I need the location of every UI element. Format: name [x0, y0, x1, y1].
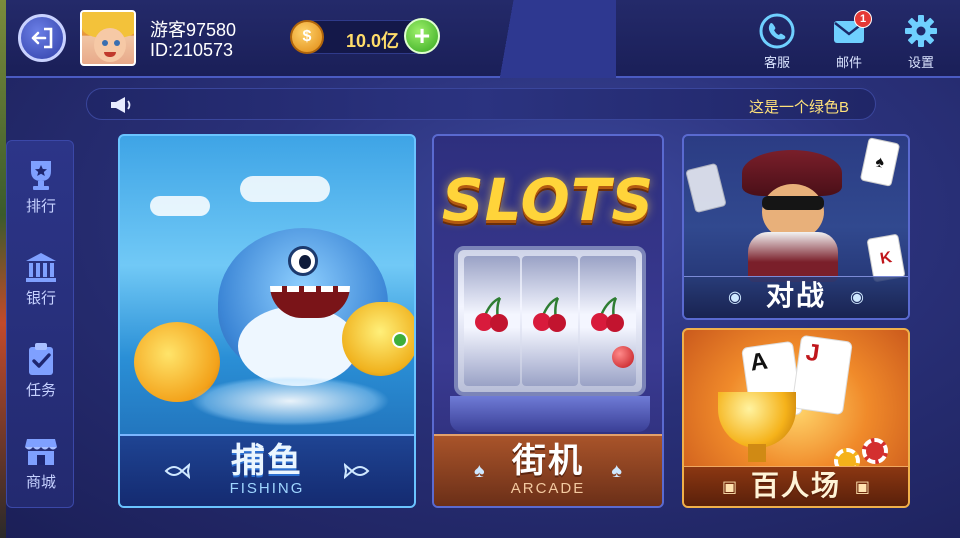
dot-icon: ◉	[850, 289, 864, 306]
game-lobby: 游客97580 ID:210573 $ 10.0亿 + 客服 1 邮件 设置 这…	[0, 0, 960, 538]
battle-footer: ◉ ◉ 对战	[684, 276, 908, 318]
card-icon: ▣	[722, 479, 738, 496]
hundred-title: 百人场	[750, 470, 841, 501]
game-card-fishing[interactable]: 捕鱼 FISHING	[118, 134, 416, 508]
customer-service-button[interactable]: 客服	[752, 12, 802, 70]
coin-icon: $	[290, 20, 324, 54]
username: 游客97580	[150, 20, 237, 40]
settings-button[interactable]: 设置	[896, 12, 946, 70]
sidebar-item-tasks[interactable]: 任务	[7, 331, 75, 411]
fishing-subtitle: FISHING	[229, 480, 305, 497]
cherry-icon	[475, 296, 508, 332]
coin-value: 10.0亿	[346, 31, 400, 51]
back-button[interactable]	[18, 14, 66, 62]
notice-bar: 这是一个绿色B	[86, 88, 876, 120]
spade-card: ♠	[859, 137, 901, 187]
card-icon: ▣	[854, 479, 870, 496]
slot-machine-base	[450, 396, 650, 432]
mail-badge: 1	[854, 10, 872, 28]
user-id: ID:210573	[150, 40, 234, 60]
sidebar-item-bank[interactable]: 银行	[7, 239, 75, 319]
top-bar-decoration	[436, 0, 616, 78]
fish-icon	[344, 462, 370, 480]
sidebar-item-store[interactable]: 商城	[7, 423, 75, 503]
fishing-footer: 捕鱼 FISHING	[120, 434, 414, 506]
slot-lever	[612, 346, 634, 368]
exit-icon	[31, 27, 53, 49]
jack-card: J	[791, 334, 853, 416]
sidebar-label-bank: 银行	[25, 290, 56, 307]
sidebar: 排行 银行 任务 商城	[6, 140, 74, 508]
card-back	[685, 162, 727, 214]
mail-label: 邮件	[835, 55, 862, 70]
slots-logo: SLOTS	[441, 166, 655, 234]
fish-icon	[164, 462, 190, 480]
spade-icon: ♠	[474, 460, 485, 482]
cherry-icon	[591, 296, 624, 332]
slot-reels	[454, 246, 646, 396]
game-card-hundred[interactable]: A J ▣ ▣ 百人场	[682, 328, 910, 508]
sidebar-label-ranking: 排行	[25, 198, 56, 215]
game-card-slots[interactable]: SLOTS ♠ ♠ 街机 ARCADE	[432, 134, 664, 508]
clipboard-check-icon	[29, 343, 53, 375]
slots-footer: ♠ ♠ 街机 ARCADE	[434, 434, 662, 506]
hundred-footer: ▣ ▣ 百人场	[684, 466, 908, 506]
bank-icon	[26, 253, 56, 282]
sidebar-label-tasks: 任务	[25, 382, 56, 399]
battle-title: 对战	[765, 280, 826, 311]
add-coins-button[interactable]: +	[404, 18, 440, 54]
avatar[interactable]	[80, 10, 136, 66]
chip-icon	[862, 438, 888, 464]
trophy-star-icon	[31, 161, 51, 190]
store-icon	[25, 439, 57, 465]
dot-icon: ◉	[728, 289, 742, 306]
spade-icon: ♠	[611, 460, 622, 482]
sidebar-item-ranking[interactable]: 排行	[7, 147, 75, 227]
game-card-battle[interactable]: ♠ K ◉ ◉ 对战	[682, 134, 910, 320]
slots-subtitle: ARCADE	[510, 480, 586, 497]
settings-label: 设置	[907, 55, 934, 70]
megaphone-icon	[111, 97, 131, 113]
cherry-icon	[533, 296, 566, 332]
gear-icon	[905, 15, 937, 47]
mail-button[interactable]: 1 邮件	[824, 10, 874, 70]
sidebar-label-store: 商城	[25, 474, 56, 491]
trophy-illustration	[718, 392, 796, 448]
customer-service-icon	[759, 13, 795, 49]
customer-service-label: 客服	[763, 55, 790, 70]
notice-text: 这是一个绿色B	[748, 99, 849, 116]
slots-title: 街机	[512, 442, 584, 480]
